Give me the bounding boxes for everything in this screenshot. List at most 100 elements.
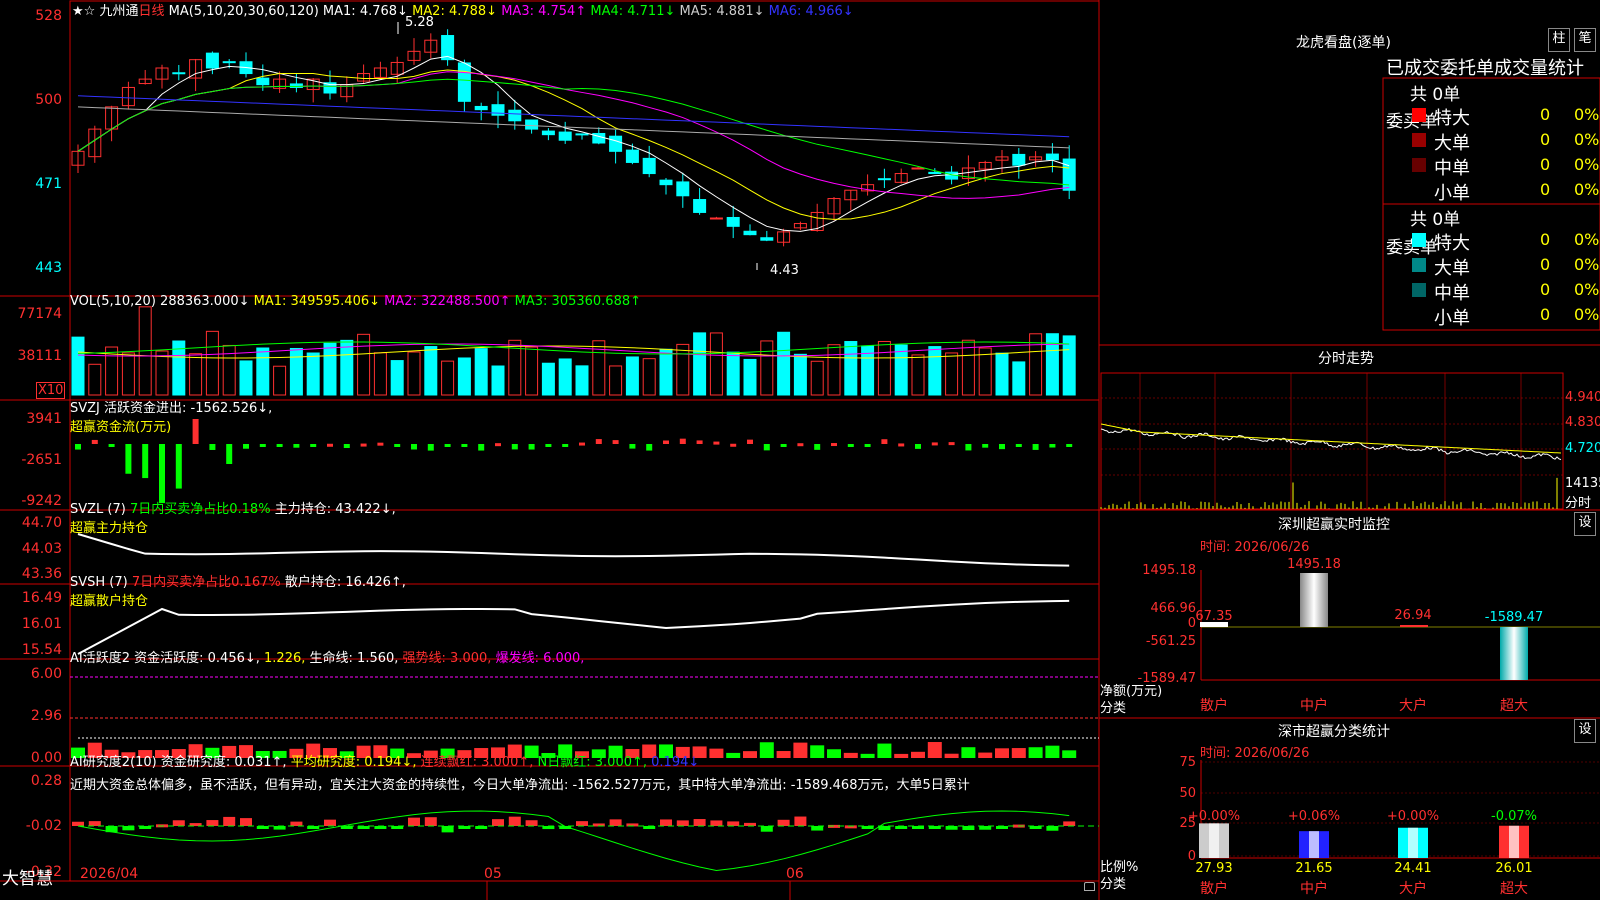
volume-bar	[289, 347, 303, 396]
ai2-tick: 0.28	[30, 773, 62, 789]
ma-legend-item: MA6: 4.966↓	[764, 4, 854, 19]
sell-orders-label: 委卖单	[1386, 238, 1437, 258]
fund-flow-bar	[1032, 444, 1039, 450]
date-label-jun: 06	[786, 866, 804, 882]
volume-bar	[88, 363, 102, 396]
buy-row-swatch	[1412, 133, 1426, 147]
fund-flow-bar	[1015, 444, 1022, 447]
fund-flow-bar	[931, 442, 938, 446]
fund-flow-bar	[999, 444, 1005, 450]
candle	[659, 179, 673, 186]
sell-row-swatch	[1412, 308, 1426, 322]
sz-bar-super	[1500, 627, 1528, 680]
sz-category-label: 散户	[1200, 697, 1228, 714]
research-bar	[1046, 826, 1059, 831]
period-label[interactable]: 日线	[138, 4, 164, 19]
star-icon[interactable]: ★☆	[72, 4, 95, 19]
volume-bar	[995, 352, 1009, 396]
volume-bar	[1012, 361, 1026, 396]
candle	[911, 167, 925, 170]
lock-icon[interactable]	[1084, 882, 1095, 891]
fund-flow-bar	[276, 444, 283, 447]
date-label-apr: 2026/04	[80, 866, 139, 882]
buy-row-pct: 0%	[1574, 180, 1600, 199]
fund-flow-bar	[528, 444, 535, 450]
sell-row-count: 0	[1540, 280, 1551, 299]
fund-flow-bar	[125, 444, 132, 474]
fund-flow-bar	[965, 444, 972, 451]
fund-flow-bar	[310, 444, 317, 447]
volume-bar	[491, 365, 505, 396]
bar-view-button[interactable]: 柱	[1548, 28, 1570, 52]
class-value-label: 21.65	[1295, 861, 1332, 876]
research-bar	[172, 820, 185, 826]
lhkp-title: 龙虎看盘(逐单)	[1296, 35, 1391, 51]
sell-row-count: 0	[1540, 305, 1551, 324]
fund-flow-bar	[713, 441, 720, 445]
buy-row-label: 特大	[1434, 108, 1470, 129]
class-pct-label: +0.00%	[1188, 809, 1240, 824]
intraday-unit: 分时	[1565, 496, 1592, 511]
fund-flow-bar	[259, 444, 266, 447]
research-bar	[408, 817, 420, 826]
lhkp-header: 已成交委托单成交量统计	[1386, 58, 1584, 79]
volume-bar	[709, 332, 723, 396]
candle	[642, 157, 656, 175]
svsh-header: SVSH (7) 7日内买卖净占比0.167% 散户持仓: 16.426↑, 超…	[70, 575, 406, 609]
volume-bar	[676, 343, 690, 396]
fund-flow-bar	[881, 439, 888, 444]
svzl-tick: 43.36	[21, 566, 62, 582]
sell-row-pct: 0%	[1574, 255, 1600, 274]
sz-tick: 1495.18	[1142, 563, 1196, 578]
candle	[172, 72, 186, 75]
tick-view-button[interactable]: 笔	[1574, 28, 1596, 52]
research-bar	[609, 819, 622, 826]
main-panel-header: ★☆ 九州通日线 MA(5,10,20,30,60,120) MA1: 4.76…	[72, 0, 854, 19]
fund-flow-bar	[763, 444, 770, 451]
sz-tick: -561.25	[1146, 634, 1196, 649]
sz-monitor-title: 深圳超赢实时监控	[1278, 517, 1390, 533]
sell-count: 共 0单	[1410, 210, 1461, 230]
sell-row-pct: 0%	[1574, 230, 1600, 249]
volume-bar	[625, 356, 639, 396]
svzl-header: SVZL (7) 7日内买卖净占比0.18% 主力持仓: 43.422↓, 超赢…	[70, 502, 396, 536]
sz-category-label: 大户	[1399, 697, 1427, 714]
volume-bar	[407, 351, 421, 396]
volume-bar	[340, 339, 354, 396]
class-pct-label: +0.00%	[1387, 809, 1439, 824]
class-bar-shine	[1509, 825, 1519, 858]
svzl-tick: 44.70	[21, 515, 62, 531]
price-tick: 500	[35, 92, 62, 108]
candle	[928, 171, 942, 175]
research-bar	[1063, 821, 1076, 826]
brand-logo[interactable]: 大智慧	[2, 864, 53, 889]
research-bar	[324, 819, 336, 826]
fund-flow-bar	[864, 444, 871, 448]
sz-monitor-settings-button[interactable]: 设	[1574, 512, 1596, 536]
price-tick: 471	[35, 176, 62, 192]
sz-class-settings-button[interactable]: 设	[1574, 719, 1596, 743]
buy-orders-label: 委买单	[1386, 112, 1437, 132]
ma-legend-item: MA1: 4.768↓	[318, 4, 408, 19]
stock-name[interactable]: 九州通	[99, 4, 138, 19]
buy-row-pct: 0%	[1574, 130, 1600, 149]
fund-flow-bar	[478, 444, 485, 451]
research-bar	[525, 820, 538, 826]
research-bar	[508, 816, 521, 826]
research-bar	[424, 817, 437, 826]
sell-row-label: 小单	[1434, 308, 1470, 329]
fund-flow-bar	[679, 438, 686, 444]
candle	[625, 149, 639, 163]
ai-research-description: 近期大资金总体偏多，虽不活跃，但有异动，宜关注大资金的持续性，今日大单净流出: …	[70, 778, 970, 793]
volume-bar	[894, 344, 908, 396]
research-bar	[979, 826, 992, 830]
volume-unit-badge[interactable]: X10	[36, 382, 66, 399]
svzl-tick: 44.03	[21, 541, 62, 557]
sz-class-xlabel: 分类	[1100, 877, 1127, 892]
fund-flow-bar	[108, 444, 115, 447]
research-bar	[710, 820, 723, 826]
intraday-frame	[1100, 372, 1564, 510]
ai2-tick: -0.02	[25, 818, 62, 834]
sz-tick: 466.96	[1151, 601, 1197, 616]
research-bar	[760, 826, 773, 832]
